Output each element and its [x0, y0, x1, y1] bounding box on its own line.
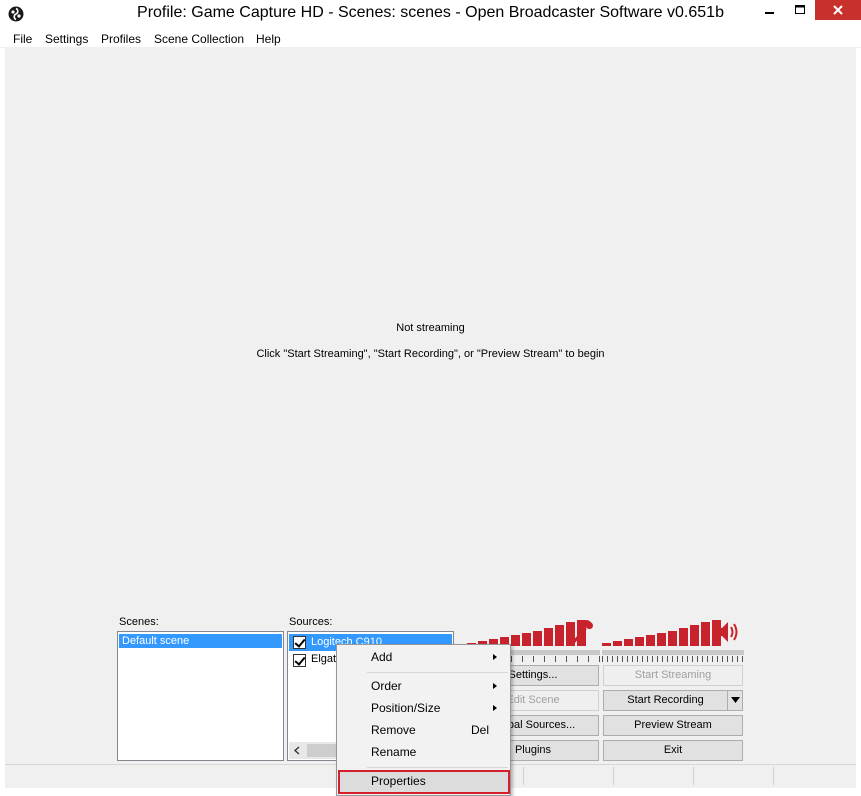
maximize-button[interactable]	[785, 0, 815, 20]
microphone-icon[interactable]	[570, 619, 596, 645]
scenes-label: Scenes:	[119, 616, 159, 628]
menu-item-remove[interactable]: Remove Del	[338, 719, 509, 741]
minimize-icon	[765, 12, 774, 14]
menu-help[interactable]: Help	[256, 32, 281, 46]
menu-item-rename[interactable]: Rename	[338, 741, 509, 763]
menu-scene-collection[interactable]: Scene Collection	[154, 32, 244, 46]
title-bar: Profile: Game Capture HD - Scenes: scene…	[0, 0, 861, 30]
recording-dropdown-button[interactable]	[727, 690, 743, 711]
start-recording-button[interactable]: Start Recording	[603, 690, 728, 711]
source-checkbox[interactable]	[293, 654, 306, 667]
source-checkbox[interactable]	[293, 636, 306, 649]
scene-item[interactable]: Default scene	[119, 634, 282, 648]
scroll-left-arrow-icon[interactable]	[293, 746, 301, 755]
start-streaming-button[interactable]: Start Streaming	[603, 665, 743, 686]
menu-separator	[367, 672, 508, 673]
desktop-volume-ticks	[602, 656, 744, 662]
menu-item-label: Rename	[371, 745, 417, 759]
menu-bar: File Settings Profiles Scene Collection …	[0, 30, 861, 48]
sources-label: Sources:	[289, 616, 333, 628]
menu-separator	[367, 767, 508, 768]
submenu-arrow-icon	[493, 683, 497, 689]
submenu-arrow-icon	[493, 705, 497, 711]
menu-item-order[interactable]: Order	[338, 675, 509, 697]
mic-level-meter	[467, 620, 586, 646]
stream-status-text: Not streaming	[396, 322, 465, 334]
menu-item-label: Position/Size	[371, 701, 441, 715]
highlight-annotation	[338, 770, 510, 794]
menu-file[interactable]: File	[13, 32, 32, 46]
menu-item-label: Order	[371, 679, 402, 693]
submenu-arrow-icon	[493, 654, 497, 660]
speaker-icon[interactable]	[716, 621, 742, 643]
desktop-level-meter	[602, 620, 721, 646]
scenes-list[interactable]: Default scene	[117, 631, 284, 761]
menu-profiles[interactable]: Profiles	[101, 32, 141, 46]
window-title: Profile: Game Capture HD - Scenes: scene…	[137, 4, 724, 21]
desktop-volume-track[interactable]	[602, 650, 744, 655]
menu-item-label: Remove	[371, 723, 416, 737]
menu-item-add[interactable]: Add	[338, 646, 509, 668]
menu-settings[interactable]: Settings	[45, 32, 88, 46]
close-icon	[833, 5, 843, 15]
minimize-button[interactable]	[755, 0, 785, 20]
menu-item-position-size[interactable]: Position/Size	[338, 697, 509, 719]
close-button[interactable]	[815, 0, 861, 20]
menu-item-shortcut: Del	[470, 723, 489, 737]
preview-instruction-text: Click "Start Streaming", "Start Recordin…	[256, 348, 605, 360]
maximize-icon	[795, 5, 805, 14]
preview-stream-button[interactable]: Preview Stream	[603, 715, 743, 736]
menu-item-label: Add	[371, 650, 393, 664]
exit-button[interactable]: Exit	[603, 740, 743, 761]
chevron-down-icon	[730, 697, 740, 703]
